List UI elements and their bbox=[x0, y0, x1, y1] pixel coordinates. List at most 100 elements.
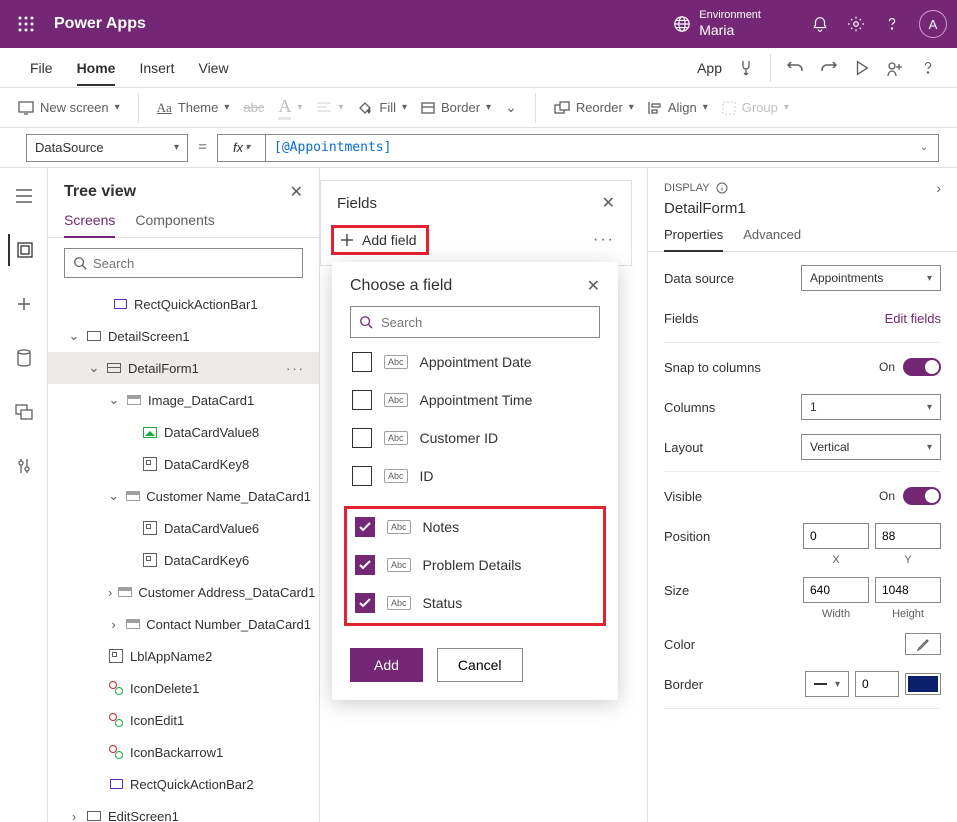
layout-select[interactable]: Vertical▾ bbox=[801, 434, 941, 460]
field-checkbox[interactable] bbox=[352, 466, 372, 486]
field-checkbox[interactable] bbox=[352, 428, 372, 448]
app-checker-icon[interactable] bbox=[736, 58, 756, 78]
formula-expand-button[interactable]: ⌄ bbox=[910, 142, 938, 153]
rail-media[interactable] bbox=[8, 396, 40, 428]
tree-node-datacardvalue8[interactable]: DataCardValue8 bbox=[48, 416, 319, 448]
preview-icon[interactable] bbox=[853, 59, 871, 77]
border-color-picker[interactable] bbox=[905, 673, 941, 695]
cancel-button[interactable]: Cancel bbox=[437, 648, 523, 682]
tab-properties[interactable]: Properties bbox=[664, 227, 723, 252]
props-expand-icon[interactable]: › bbox=[936, 180, 941, 196]
size-height-input[interactable] bbox=[875, 577, 941, 603]
field-option[interactable]: AbcProblem Details bbox=[353, 551, 597, 579]
rail-advanced-tools[interactable] bbox=[8, 450, 40, 482]
font-color-button[interactable]: A▾ bbox=[278, 96, 302, 120]
border-button[interactable]: Border ▾ bbox=[421, 100, 491, 115]
choose-field-close[interactable]: ✕ bbox=[587, 276, 600, 296]
position-x-input[interactable] bbox=[803, 523, 869, 549]
field-option[interactable]: AbcNotes bbox=[353, 513, 597, 541]
redo-icon[interactable] bbox=[819, 58, 839, 78]
toolbar-expand-button[interactable]: ⌄ bbox=[505, 99, 517, 116]
field-checkbox[interactable] bbox=[355, 517, 375, 537]
account-avatar[interactable]: A bbox=[919, 10, 947, 38]
rail-data[interactable] bbox=[8, 342, 40, 374]
border-width-input[interactable] bbox=[855, 671, 899, 697]
notifications-icon[interactable] bbox=[811, 15, 829, 33]
field-option[interactable]: AbcStatus bbox=[353, 589, 597, 617]
tree-node-iconbackarrow1[interactable]: IconBackarrow1 bbox=[48, 736, 319, 768]
rail-tree-view[interactable] bbox=[8, 234, 40, 266]
rail-insert[interactable] bbox=[8, 288, 40, 320]
menu-home[interactable]: Home bbox=[77, 60, 116, 86]
field-option[interactable]: AbcID bbox=[350, 462, 600, 490]
menu-view[interactable]: View bbox=[198, 60, 228, 76]
new-screen-button[interactable]: New screen ▾ bbox=[18, 100, 120, 115]
tree-node-datacardkey8[interactable]: DataCardKey8 bbox=[48, 448, 319, 480]
align-text-button[interactable]: ▾ bbox=[316, 102, 343, 114]
tree-node-contactnum-dc1[interactable]: ›Contact Number_DataCard1 bbox=[48, 608, 319, 640]
fill-button[interactable]: Fill ▾ bbox=[357, 100, 407, 116]
tree-node-image-datacard1[interactable]: ⌄Image_DataCard1 bbox=[48, 384, 319, 416]
tree-close-button[interactable]: ✕ bbox=[290, 182, 303, 202]
fields-panel-close[interactable]: ✕ bbox=[602, 193, 615, 213]
color-picker[interactable] bbox=[905, 633, 941, 655]
tree-node-lblappname2[interactable]: LblAppName2 bbox=[48, 640, 319, 672]
tab-screens[interactable]: Screens bbox=[64, 212, 115, 238]
columns-select[interactable]: 1▾ bbox=[801, 394, 941, 420]
reorder-button[interactable]: Reorder ▾ bbox=[554, 100, 634, 115]
menu-app[interactable]: App bbox=[697, 60, 722, 76]
menu-file[interactable]: File bbox=[30, 60, 53, 76]
waffle-menu[interactable] bbox=[10, 8, 42, 40]
settings-icon[interactable] bbox=[847, 15, 865, 33]
menu-insert[interactable]: Insert bbox=[139, 60, 174, 76]
theme-button[interactable]: Aa Theme ▾ bbox=[157, 100, 230, 116]
add-field-button[interactable]: Add field bbox=[331, 225, 429, 255]
fx-button[interactable]: fx▾ bbox=[218, 135, 266, 161]
tree-node-iconedit1[interactable]: IconEdit1 bbox=[48, 704, 319, 736]
field-checkbox[interactable] bbox=[352, 390, 372, 410]
info-icon[interactable] bbox=[716, 182, 728, 194]
tree-node-icondelete1[interactable]: IconDelete1 bbox=[48, 672, 319, 704]
tree-node-editscreen1[interactable]: ›EditScreen1 bbox=[48, 800, 319, 822]
tree-node-detailform1[interactable]: ⌄DetailForm1··· bbox=[48, 352, 319, 384]
field-option[interactable]: AbcAppointment Date bbox=[350, 348, 600, 376]
tree-search-box[interactable] bbox=[64, 248, 303, 278]
undo-icon[interactable] bbox=[785, 58, 805, 78]
property-selector[interactable]: DataSource ▾ bbox=[26, 134, 188, 162]
size-width-input[interactable] bbox=[803, 577, 869, 603]
data-source-select[interactable]: Appointments▾ bbox=[801, 265, 941, 291]
strikethrough-button[interactable]: abc bbox=[243, 100, 264, 115]
tree-node-detailscreen1[interactable]: ⌄DetailScreen1 bbox=[48, 320, 319, 352]
environment-picker[interactable]: Environment Maria bbox=[653, 9, 781, 39]
tree-search-input[interactable] bbox=[93, 256, 294, 271]
tree-node-custname-dc1[interactable]: ⌄Customer Name_DataCard1 bbox=[48, 480, 319, 512]
choose-field-search-input[interactable] bbox=[381, 315, 591, 330]
align-button[interactable]: Align ▾ bbox=[648, 100, 708, 115]
tree-node-more[interactable]: ··· bbox=[286, 361, 311, 376]
edit-fields-link[interactable]: Edit fields bbox=[885, 311, 941, 326]
formula-input[interactable]: [@Appointments] bbox=[266, 140, 910, 155]
tree-node-datacardvalue6[interactable]: DataCardValue6 bbox=[48, 512, 319, 544]
tab-advanced[interactable]: Advanced bbox=[743, 227, 801, 251]
choose-field-search-box[interactable] bbox=[350, 306, 600, 338]
tree-node-rectqab2[interactable]: RectQuickActionBar2 bbox=[48, 768, 319, 800]
field-option[interactable]: AbcAppointment Time bbox=[350, 386, 600, 414]
tree-node-rectqab1[interactable]: RectQuickActionBar1 bbox=[48, 288, 319, 320]
position-y-input[interactable] bbox=[875, 523, 941, 549]
rail-hamburger[interactable] bbox=[8, 180, 40, 212]
field-option[interactable]: AbcCustomer ID bbox=[350, 424, 600, 452]
help-icon[interactable] bbox=[883, 15, 901, 33]
add-button[interactable]: Add bbox=[350, 648, 423, 682]
share-icon[interactable] bbox=[885, 58, 905, 78]
field-checkbox[interactable] bbox=[355, 555, 375, 575]
menu-help-icon[interactable] bbox=[919, 59, 937, 77]
snap-toggle[interactable] bbox=[903, 358, 941, 376]
group-button[interactable]: Group ▾ bbox=[722, 100, 789, 115]
tree-node-datacardkey6[interactable]: DataCardKey6 bbox=[48, 544, 319, 576]
fields-panel-more[interactable]: ··· bbox=[593, 231, 621, 249]
visible-toggle[interactable] bbox=[903, 487, 941, 505]
tree-node-custaddr-dc1[interactable]: ›Customer Address_DataCard1 bbox=[48, 576, 319, 608]
tab-components[interactable]: Components bbox=[135, 212, 214, 237]
border-style-select[interactable]: ▾ bbox=[805, 671, 849, 697]
field-checkbox[interactable] bbox=[352, 352, 372, 372]
